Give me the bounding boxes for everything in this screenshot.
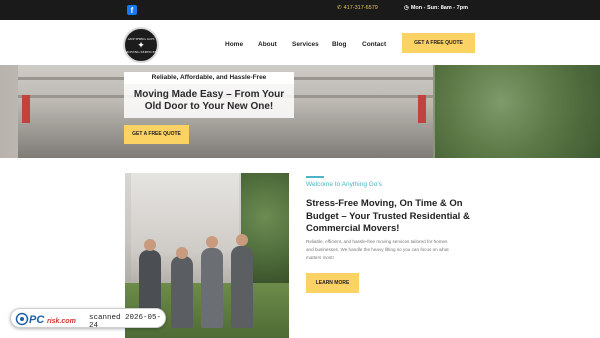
pcrisk-brand-left: PC (29, 314, 45, 326)
phone-link[interactable]: ✆ 417-317-6579 (337, 5, 378, 11)
nav-contact[interactable]: Contact (362, 41, 386, 48)
hero-headline: Moving Made Easy – From Your Old Door to… (124, 84, 294, 118)
hero-quote-button[interactable]: GET A FREE QUOTE (124, 125, 189, 144)
pcrisk-brand-right: risk.com (47, 318, 76, 325)
phone-icon: ✆ (337, 5, 342, 11)
learn-more-button[interactable]: LEARN MORE (306, 273, 359, 293)
welcome-text: Welcome to Anything Go's (306, 181, 382, 188)
trees-image (435, 65, 600, 158)
nav-blog[interactable]: Blog (332, 41, 346, 48)
scan-watermark: PC risk.com scanned 2026-05-24 (10, 308, 166, 330)
clock-icon: ◷ (404, 5, 409, 11)
door-reflector (418, 95, 426, 123)
hero-banner (0, 65, 600, 158)
hero-tagline: Reliable, Affordable, and Hassle-Free (124, 72, 294, 84)
pcrisk-logo: PC risk.com (15, 312, 76, 326)
compass-icon: ✦ (137, 39, 145, 50)
mover-person (231, 246, 253, 328)
mover-head (144, 239, 156, 251)
logo-line-bottom: MOVING SERVICES (125, 49, 157, 54)
phone-number: 417-317-6579 (343, 5, 378, 11)
door-reflector (22, 95, 30, 123)
about-text-line3: matters most! (306, 255, 334, 260)
mover-head (176, 247, 188, 259)
mover-head (236, 234, 248, 246)
hero-headline-line2: Old Door to Your New One! (144, 101, 274, 112)
facebook-icon[interactable]: f (127, 5, 137, 15)
about-heading: Stress-Free Moving, On Time & On Budget … (306, 198, 486, 236)
about-heading-line1: Stress-Free Moving, On Time & On (306, 198, 463, 209)
header-quote-button[interactable]: GET A FREE QUOTE (402, 33, 475, 53)
business-hours: ◷ Mon - Sun: 8am - 7pm (404, 5, 468, 11)
welcome-divider (306, 176, 324, 178)
mover-person (171, 256, 193, 328)
hero-headline-line1: Moving Made Easy – From Your (133, 89, 285, 100)
mover-head (206, 236, 218, 248)
about-description: Reliable, efficient, and hassle-free mov… (306, 238, 476, 262)
about-text-line2: and businesses. We handle the heavy lift… (306, 247, 449, 252)
site-logo[interactable]: ANYTHING GO'S ✦ MOVING SERVICES (123, 27, 159, 63)
nav-about[interactable]: About (258, 41, 277, 48)
about-heading-line3: Commercial Movers! (306, 223, 400, 234)
about-heading-line2: Budget – Your Trusted Residential & (306, 210, 470, 222)
hours-text: Mon - Sun: 8am - 7pm (410, 5, 468, 11)
about-text-line1: Reliable, efficient, and hassle-free mov… (306, 239, 448, 244)
top-bar: f ✆ 417-317-6579 ◷ Mon - Sun: 8am - 7pm (0, 0, 600, 20)
scan-date-label: scanned 2026-05-24 (89, 314, 162, 330)
nav-home[interactable]: Home (225, 41, 243, 48)
nav-services[interactable]: Services (292, 41, 319, 48)
mover-person (201, 248, 223, 328)
